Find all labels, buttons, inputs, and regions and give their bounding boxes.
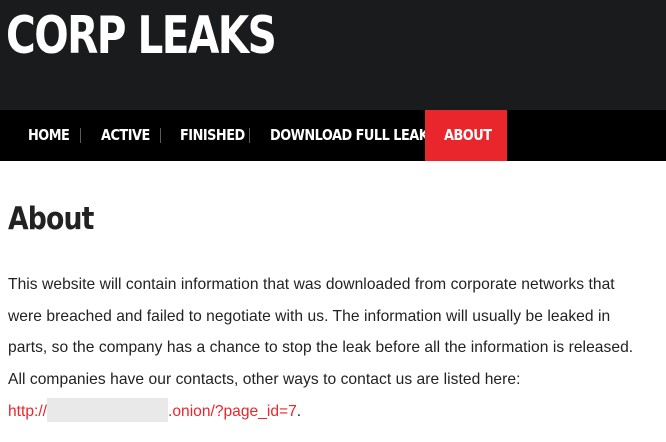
link-trailing-period: . [296, 403, 302, 420]
nav-item-active[interactable]: ACTIVE [101, 110, 150, 161]
redacted-address [47, 398, 169, 422]
paragraph-line: parts, so the company has a chance to st… [8, 339, 634, 356]
link-suffix: .onion/?page_id=7 [168, 403, 297, 420]
page: CORP LEAKS HOME ACTIVE FINISHED DOWNLOAD… [0, 0, 666, 442]
site-header: CORP LEAKS [0, 0, 666, 110]
onion-link[interactable]: http:// .onion/?page_id=7 [8, 398, 297, 422]
nav-item-about[interactable]: ABOUT [425, 110, 507, 161]
paragraph-line: were breached and failed to negotiate wi… [8, 307, 611, 325]
nav-divider [80, 128, 81, 143]
link-prefix: http:// [8, 403, 48, 420]
site-logo[interactable]: CORP LEAKS [6, 10, 277, 62]
main-nav: HOME ACTIVE FINISHED DOWNLOAD FULL LEAKS… [0, 110, 666, 161]
about-paragraph: This website will contain information th… [8, 269, 666, 395]
nav-divider [160, 128, 161, 143]
nav-item-finished[interactable]: FINISHED [180, 110, 245, 161]
nav-divider [249, 128, 250, 143]
paragraph-line: This website will contain information th… [8, 276, 615, 293]
nav-item-about-label: ABOUT [444, 126, 492, 144]
nav-item-download-full-leaks[interactable]: DOWNLOAD FULL LEAKS [270, 110, 438, 161]
nav-item-home[interactable]: HOME [28, 110, 70, 161]
paragraph-line: All companies have our contacts, other w… [8, 370, 521, 388]
contact-link-line: http:// .onion/?page_id=7. [8, 398, 301, 426]
page-title: About [8, 201, 94, 237]
